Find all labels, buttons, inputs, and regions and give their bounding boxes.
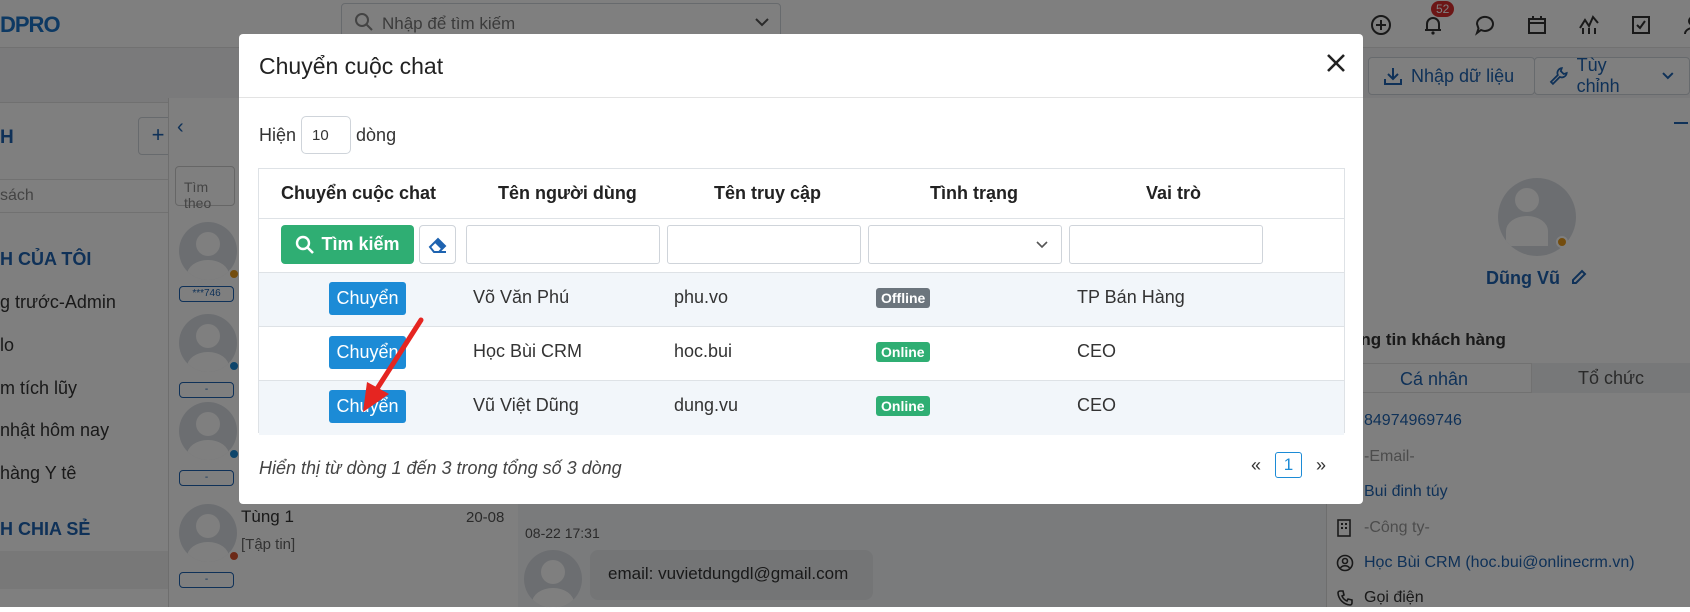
modal-title: Chuyển cuộc chat <box>259 53 444 79</box>
status-badge: Online <box>876 342 930 362</box>
column-header[interactable]: Tên người dùng <box>498 183 637 204</box>
user-name: Võ Văn Phú <box>473 287 570 307</box>
filter-row: Tìm kiếm <box>259 219 1344 273</box>
pagination: « 1 » <box>1249 452 1328 478</box>
close-icon[interactable] <box>1321 48 1351 78</box>
page-size-suffix: dòng <box>356 124 397 145</box>
eraser-icon <box>428 237 446 253</box>
column-header[interactable]: Vai trò <box>1146 183 1201 204</box>
user-role: CEO <box>1077 395 1117 415</box>
user-login: hoc.bui <box>674 341 733 361</box>
page-size-input[interactable] <box>301 116 352 154</box>
user-role: TP Bán Hàng <box>1077 287 1185 307</box>
filter-status-select[interactable] <box>868 225 1062 264</box>
filter-username-input[interactable] <box>667 225 861 264</box>
transfer-chat-modal: Chuyển cuộc chat Hiện dòng Chuyển cuộc c… <box>239 34 1363 504</box>
status-badge: Offline <box>876 288 931 308</box>
annotation-arrow-icon <box>363 317 424 412</box>
clear-filter-button[interactable] <box>419 225 456 264</box>
page-size-prefix: Hiện <box>259 124 297 145</box>
search-button[interactable]: Tìm kiếm <box>281 225 414 264</box>
page-size-control: Hiện dòng <box>259 116 396 154</box>
user-login: phu.vo <box>674 287 729 307</box>
table-summary: Hiển thị từ dòng 1 đến 3 trong tổng số 3… <box>259 458 622 478</box>
search-icon <box>296 235 315 254</box>
column-header[interactable]: Tình trạng <box>930 183 1018 204</box>
filter-role-input[interactable] <box>1069 225 1263 264</box>
user-name: Học Bùi CRM <box>473 341 583 361</box>
transfer-button[interactable]: Chuyển <box>329 282 406 315</box>
user-name: Vũ Việt Dũng <box>473 395 579 415</box>
next-page-button[interactable]: » <box>1314 455 1328 476</box>
status-badge: Online <box>876 396 930 416</box>
chevron-down-icon <box>1035 238 1049 257</box>
table-header: Chuyển cuộc chat Tên người dùng Tên truy… <box>259 169 1344 219</box>
column-header: Chuyển cuộc chat <box>281 183 437 203</box>
column-header[interactable]: Tên truy cập <box>714 183 821 204</box>
filter-name-input[interactable] <box>466 225 660 264</box>
previous-page-button[interactable]: « <box>1249 455 1263 476</box>
modal-header: Chuyển cuộc chat <box>239 34 1363 98</box>
user-role: CEO <box>1077 341 1117 361</box>
user-login: dung.vu <box>674 395 739 415</box>
search-button-label: Tìm kiếm <box>321 234 400 254</box>
current-page-button[interactable]: 1 <box>1275 452 1302 478</box>
